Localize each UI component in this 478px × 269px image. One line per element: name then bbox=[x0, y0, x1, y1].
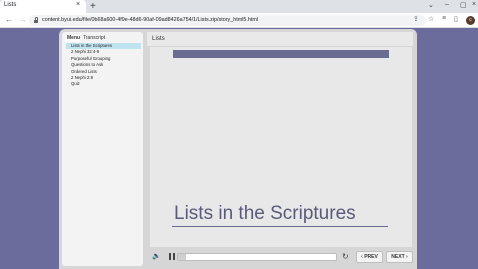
browser-tab[interactable]: Lists × bbox=[0, 0, 86, 13]
maximize-icon[interactable]: ▢ bbox=[460, 1, 467, 9]
prev-button[interactable]: ‹ PREV bbox=[356, 251, 383, 263]
share-icon[interactable]: ⇪ bbox=[413, 15, 419, 23]
bookmark-star-icon[interactable]: ☆ bbox=[428, 15, 434, 23]
side-panel-icon[interactable]: ▯ bbox=[454, 15, 458, 23]
minimize-icon[interactable]: – bbox=[445, 1, 449, 8]
menu-list: Lists in the Scriptures 2 Nephi 32:4-9 P… bbox=[66, 43, 141, 88]
player-header: Lists bbox=[147, 32, 413, 46]
seek-bar-fill bbox=[178, 254, 186, 260]
slide-canvas: Lists in the Scriptures bbox=[150, 47, 412, 247]
next-label: NEXT bbox=[391, 254, 405, 260]
replay-icon[interactable]: ↻ bbox=[342, 252, 349, 261]
slide-header-bar bbox=[173, 50, 389, 58]
tab-transcript[interactable]: Transcript bbox=[81, 35, 109, 42]
slide-title-underline bbox=[172, 226, 388, 227]
slide-title: Lists in the Scriptures bbox=[174, 203, 356, 224]
profile-avatar[interactable]: c bbox=[466, 16, 475, 25]
chevron-right-icon: › bbox=[404, 254, 408, 260]
tab-title: Lists bbox=[4, 2, 17, 8]
sidebar: Menu Transcript Lists in the Scriptures … bbox=[62, 32, 143, 266]
tab-close-icon[interactable]: × bbox=[76, 1, 80, 8]
seek-bar[interactable] bbox=[177, 253, 337, 261]
close-window-icon[interactable]: × bbox=[472, 1, 476, 8]
browser-toolbar: ← → content.byui.edu/file/0b68a600-4f9e-… bbox=[0, 13, 478, 28]
playback-controls: 🔈 ↻ ‹ PREV NEXT › bbox=[150, 251, 416, 263]
pause-icon[interactable] bbox=[169, 253, 175, 260]
new-tab-icon[interactable]: + bbox=[90, 0, 96, 13]
browser-tab-bar: Lists × + ⌄ – ▢ × bbox=[0, 0, 478, 13]
lock-icon bbox=[34, 17, 38, 23]
media-icon[interactable]: ≡ bbox=[442, 15, 446, 22]
address-bar[interactable]: content.byui.edu/file/0b68a600-4f9e-48d6… bbox=[29, 15, 426, 26]
tab-search-icon[interactable]: ⌄ bbox=[428, 1, 434, 9]
prev-label: PREV bbox=[364, 254, 378, 260]
forward-icon[interactable]: → bbox=[19, 15, 27, 24]
page-title: Lists bbox=[152, 35, 165, 42]
volume-icon[interactable]: 🔈 bbox=[152, 252, 161, 260]
menu-item-quiz[interactable]: Quiz bbox=[66, 81, 141, 87]
next-button[interactable]: NEXT › bbox=[386, 251, 413, 263]
url-text: content.byui.edu/file/0b68a600-4f9e-48d6… bbox=[42, 17, 259, 23]
tab-menu[interactable]: Menu bbox=[65, 35, 80, 42]
back-icon[interactable]: ← bbox=[5, 15, 13, 24]
course-player: Menu Transcript Lists in the Scriptures … bbox=[59, 29, 417, 269]
